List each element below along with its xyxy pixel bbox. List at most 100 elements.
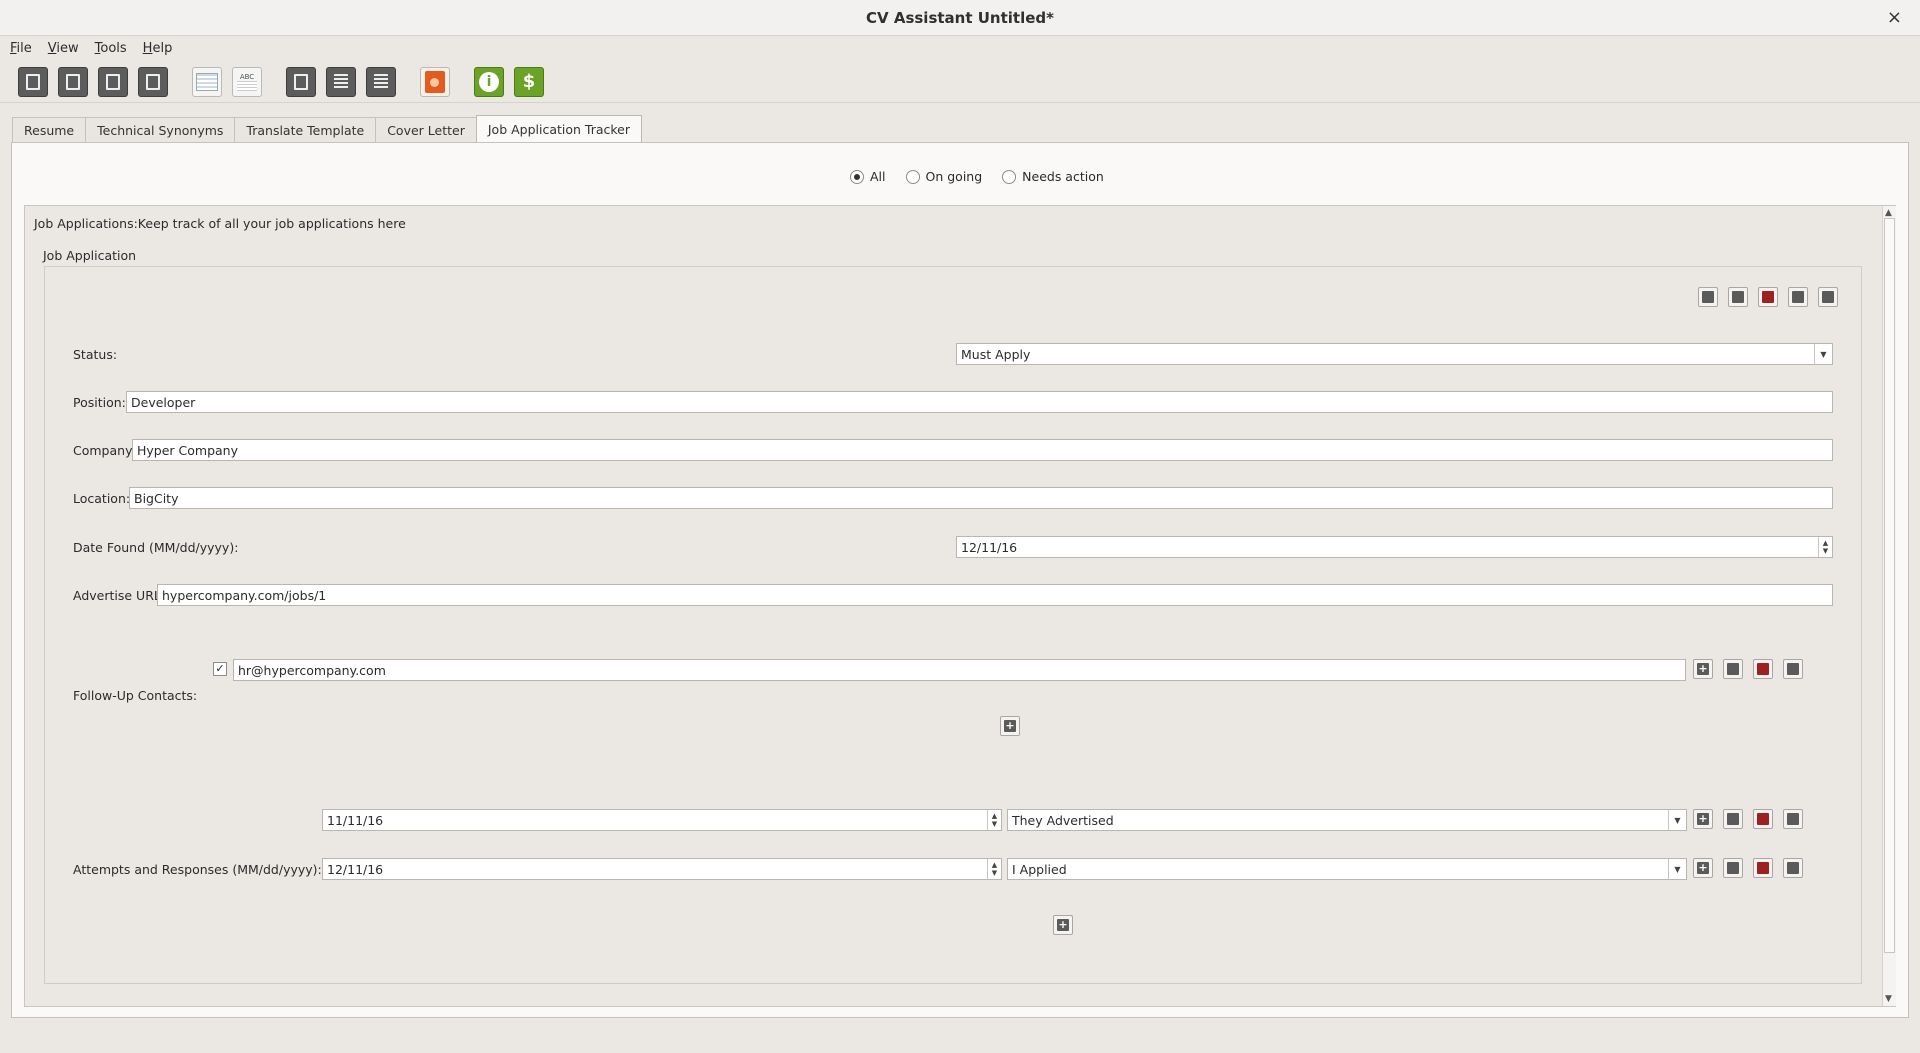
position-input[interactable]: Developer [126, 391, 1833, 413]
attempt-delete-button[interactable] [1753, 809, 1773, 829]
spin-up-icon[interactable]: ▲ [992, 861, 997, 869]
filter-ongoing-radio[interactable] [905, 169, 920, 184]
tab-translate-template[interactable]: Translate Template [234, 117, 377, 143]
status-value: Must Apply [961, 347, 1031, 362]
vertical-scrollbar[interactable]: ▲ ▼ [1882, 206, 1896, 1006]
attempts-label: Attempts and Responses (MM/dd/yyyy): [73, 862, 322, 877]
attempt-move-up-button[interactable] [1723, 858, 1743, 878]
filter-ongoing-label[interactable]: On going [926, 169, 983, 184]
attempt-delete-button[interactable] [1753, 858, 1773, 878]
filter-needs-action-radio[interactable] [1002, 169, 1017, 184]
presentation-icon[interactable] [420, 66, 450, 97]
move-up-button[interactable] [1728, 287, 1748, 307]
delete-icon [1757, 862, 1769, 874]
spin-down-icon[interactable]: ▼ [1823, 547, 1828, 555]
attempt-type-value: They Advertised [1012, 813, 1114, 828]
filter-needs-action-label[interactable]: Needs action [1022, 169, 1104, 184]
chevron-down-icon[interactable]: ▼ [1668, 859, 1686, 879]
title-bar: CV Assistant Untitled* × [0, 0, 1920, 36]
list-icon[interactable] [326, 66, 356, 97]
add-contact-button[interactable]: + [1693, 659, 1713, 679]
attempt-type-select[interactable]: They Advertised ▼ [1007, 809, 1687, 831]
attempt-move-down-button[interactable] [1783, 809, 1803, 829]
date-spinner[interactable]: ▲ ▼ [987, 810, 1001, 830]
spin-down-icon[interactable]: ▼ [992, 869, 997, 877]
date-found-label: Date Found (MM/dd/yyyy): [73, 540, 239, 555]
attempt-type-value: I Applied [1012, 862, 1067, 877]
save-as-document-icon[interactable] [138, 66, 168, 97]
open-document-icon[interactable] [58, 66, 88, 97]
plus-icon: + [1697, 812, 1709, 825]
plus-icon: + [1697, 861, 1709, 874]
export-icon[interactable] [286, 66, 316, 97]
add-attempt-row-button[interactable]: + [1053, 915, 1073, 935]
spin-up-icon[interactable]: ▲ [1823, 539, 1828, 547]
company-label: Company: [73, 443, 136, 458]
followup-contacts-label: Follow-Up Contacts: [73, 688, 198, 703]
arrow-down-icon [1787, 862, 1799, 874]
spellcheck-icon[interactable]: ABC [232, 66, 262, 97]
tab-cover-letter[interactable]: Cover Letter [375, 117, 477, 143]
attempt-move-down-button[interactable] [1783, 858, 1803, 878]
status-select[interactable]: Must Apply ▼ [956, 343, 1833, 365]
tab-resume[interactable]: Resume [12, 117, 87, 143]
chevron-down-icon[interactable]: ▼ [1814, 344, 1832, 364]
filter-all-radio[interactable] [850, 169, 864, 184]
menu-bar: File View Tools Help [0, 37, 1920, 59]
chevron-down-icon[interactable]: ▼ [1668, 810, 1686, 830]
date-found-input[interactable]: 12/11/16 ▲ ▼ [956, 536, 1833, 558]
add-attempt-button[interactable]: + [1693, 809, 1713, 829]
delete-icon [1762, 291, 1774, 303]
resume-card-icon[interactable] [192, 66, 222, 97]
menu-file[interactable]: File [8, 41, 34, 56]
contact-move-up-button[interactable] [1723, 659, 1743, 679]
date-spinner[interactable]: ▲ ▼ [1818, 537, 1832, 557]
tab-technical-synonyms[interactable]: Technical Synonyms [85, 117, 236, 143]
scrollbar-thumb[interactable] [1884, 218, 1895, 953]
spin-up-icon[interactable]: ▲ [992, 812, 997, 820]
contact-delete-button[interactable] [1753, 659, 1773, 679]
filter-radio-group: All On going Needs action [850, 169, 1118, 184]
contact-move-down-button[interactable] [1783, 659, 1803, 679]
collapse-button[interactable] [1698, 287, 1718, 307]
add-attempt-button[interactable]: + [1693, 858, 1713, 878]
info-icon-glyph: i [479, 71, 499, 92]
status-label: Status: [73, 347, 118, 362]
duplicate-icon [1822, 291, 1834, 303]
spin-down-icon[interactable]: ▼ [992, 820, 997, 828]
company-input[interactable]: Hyper Company [132, 439, 1833, 461]
document-list-icon[interactable] [366, 66, 396, 97]
donate-icon[interactable]: $ [514, 66, 544, 97]
plus-icon: + [1004, 719, 1016, 732]
arrow-up-icon [1727, 663, 1739, 675]
add-followup-contact-button[interactable]: + [1000, 716, 1020, 736]
save-document-icon[interactable] [98, 66, 128, 97]
scroll-up-icon[interactable]: ▲ [1885, 208, 1892, 218]
attempt-move-up-button[interactable] [1723, 809, 1743, 829]
tab-bar: Resume Technical Synonyms Translate Temp… [12, 115, 643, 143]
date-spinner[interactable]: ▲ ▼ [987, 859, 1001, 879]
tab-job-application-tracker[interactable]: Job Application Tracker [475, 115, 643, 143]
attempt-date-input[interactable]: 12/11/16 ▲ ▼ [322, 858, 1002, 880]
filter-all-label[interactable]: All [870, 169, 886, 184]
scroll-down-icon[interactable]: ▼ [1885, 994, 1892, 1004]
plus-icon: + [1057, 918, 1069, 931]
location-input[interactable]: BigCity [129, 487, 1833, 509]
spellcheck-icon-text: ABC [239, 72, 255, 81]
advertise-url-label: Advertise URL: [73, 588, 166, 603]
advertise-url-input[interactable]: hypercompany.com/jobs/1 [157, 584, 1833, 606]
attempt-type-select[interactable]: I Applied ▼ [1007, 858, 1687, 880]
delete-button[interactable] [1758, 287, 1778, 307]
menu-help[interactable]: Help [141, 41, 175, 56]
move-down-button[interactable] [1788, 287, 1808, 307]
info-icon[interactable]: i [474, 66, 504, 97]
menu-tools[interactable]: Tools [93, 41, 129, 56]
close-icon[interactable]: × [1887, 7, 1902, 28]
new-document-icon[interactable] [18, 66, 48, 97]
position-label: Position: [73, 395, 126, 410]
followup-contact-input[interactable]: hr@hypercompany.com [233, 659, 1686, 681]
menu-view[interactable]: View [46, 41, 81, 56]
followup-contact-checkbox[interactable]: ✓ [213, 662, 227, 676]
attempt-date-input[interactable]: 11/11/16 ▲ ▼ [322, 809, 1002, 831]
duplicate-button[interactable] [1818, 287, 1838, 307]
